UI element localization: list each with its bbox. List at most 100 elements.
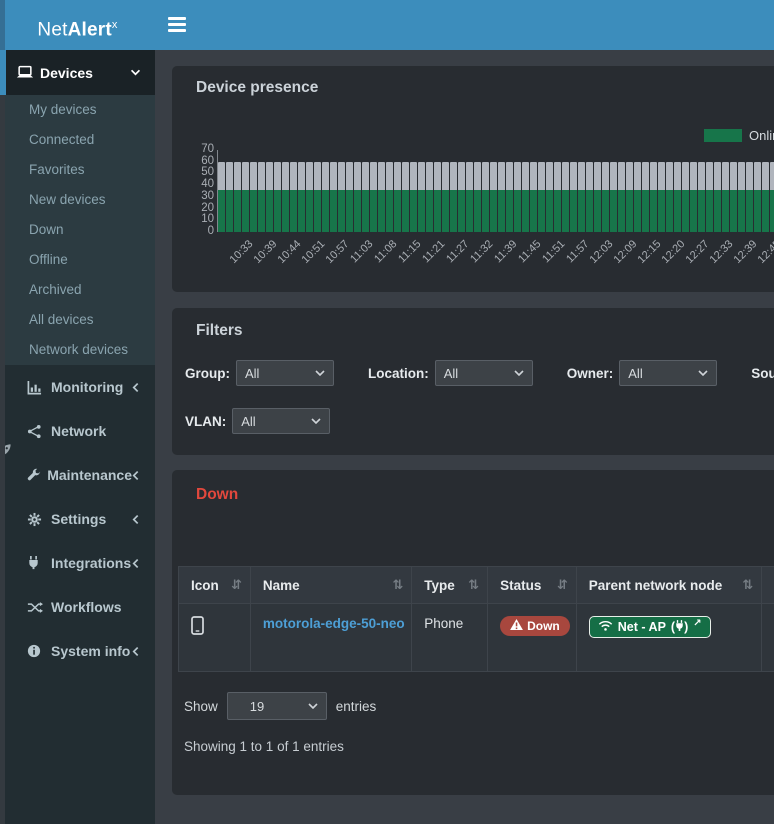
presence-bar[interactable]: [522, 162, 529, 232]
sidebar-item-devices[interactable]: Devices: [0, 50, 155, 95]
presence-bar[interactable]: [722, 162, 729, 232]
presence-bar[interactable]: [226, 162, 233, 232]
column-header-status[interactable]: Status⇵: [488, 567, 577, 604]
column-header-parent-network-node[interactable]: Parent network node⇅: [576, 567, 761, 604]
sort-amount-icon[interactable]: ⇵: [221, 577, 242, 593]
app-logo[interactable]: NetAlertx: [0, 0, 155, 50]
sort-amount-icon[interactable]: ⇵: [547, 577, 568, 593]
chart-plot-area[interactable]: [217, 150, 774, 232]
sidebar-item-monitoring[interactable]: Monitoring: [0, 365, 155, 409]
presence-bar[interactable]: [298, 162, 305, 232]
presence-bar[interactable]: [330, 162, 337, 232]
sort-arrows-icon[interactable]: ⇅: [458, 577, 479, 593]
table-row[interactable]: motorola-edge-50-neoPhoneDownNet - AP()↗…: [179, 604, 774, 672]
filter-select[interactable]: All: [236, 360, 334, 386]
scroll-strip-bottom[interactable]: [0, 95, 5, 824]
presence-bar[interactable]: [770, 162, 774, 232]
presence-bar[interactable]: [602, 162, 609, 232]
presence-bar[interactable]: [538, 162, 545, 232]
presence-bar[interactable]: [562, 162, 569, 232]
presence-bar[interactable]: [338, 162, 345, 232]
presence-bar[interactable]: [618, 162, 625, 232]
presence-bar[interactable]: [258, 162, 265, 232]
presence-bar[interactable]: [466, 162, 473, 232]
presence-bar[interactable]: [418, 162, 425, 232]
presence-bar[interactable]: [274, 162, 281, 232]
presence-bar[interactable]: [650, 162, 657, 232]
presence-bar[interactable]: [410, 162, 417, 232]
sidebar-item-network[interactable]: Network: [0, 409, 155, 453]
sidebar-item-workflows[interactable]: Workflows: [0, 585, 155, 629]
sidebar-item-settings[interactable]: Settings: [0, 497, 155, 541]
sort-arrows-icon[interactable]: ⇅: [382, 577, 403, 593]
presence-bar[interactable]: [322, 162, 329, 232]
sidebar-subitem-down[interactable]: Down: [0, 215, 155, 245]
presence-bar[interactable]: [530, 162, 537, 232]
column-header-type[interactable]: Type⇅: [412, 567, 488, 604]
parent-node-badge[interactable]: Net - AP()↗: [589, 616, 711, 638]
presence-bar[interactable]: [354, 162, 361, 232]
presence-bar[interactable]: [402, 162, 409, 232]
presence-bar[interactable]: [666, 162, 673, 232]
presence-bar[interactable]: [498, 162, 505, 232]
presence-bar[interactable]: [362, 162, 369, 232]
presence-bar[interactable]: [386, 162, 393, 232]
presence-bar[interactable]: [394, 162, 401, 232]
presence-bar[interactable]: [370, 162, 377, 232]
presence-bar[interactable]: [426, 162, 433, 232]
presence-bar[interactable]: [746, 162, 753, 232]
column-header-name[interactable]: Name⇅: [250, 567, 411, 604]
presence-bar[interactable]: [714, 162, 721, 232]
presence-bar[interactable]: [514, 162, 521, 232]
presence-bar[interactable]: [610, 162, 617, 232]
sidebar-subitem-archived[interactable]: Archived: [0, 275, 155, 305]
page-size-select[interactable]: 19: [227, 692, 327, 720]
presence-bar[interactable]: [266, 162, 273, 232]
column-header-icon[interactable]: Icon⇵: [179, 567, 251, 604]
presence-bar[interactable]: [442, 162, 449, 232]
column-header-s[interactable]: S: [762, 567, 774, 604]
presence-bar[interactable]: [730, 162, 737, 232]
sidebar-subitem-all-devices[interactable]: All devices: [0, 305, 155, 335]
presence-bar[interactable]: [546, 162, 553, 232]
presence-bar[interactable]: [306, 162, 313, 232]
presence-bar[interactable]: [482, 162, 489, 232]
filter-select[interactable]: All: [232, 408, 330, 434]
sidebar-subitem-network-devices[interactable]: Network devices: [0, 335, 155, 365]
presence-bar[interactable]: [282, 162, 289, 232]
sidebar-item-integrations[interactable]: Integrations: [0, 541, 155, 585]
presence-bar[interactable]: [218, 162, 225, 232]
device-name-link[interactable]: motorola-edge-50-neo: [263, 616, 405, 631]
sidebar-subitem-connected[interactable]: Connected: [0, 125, 155, 155]
presence-bar[interactable]: [290, 162, 297, 232]
presence-bar[interactable]: [762, 162, 769, 232]
presence-bar[interactable]: [642, 162, 649, 232]
presence-bar[interactable]: [594, 162, 601, 232]
filter-select[interactable]: All: [619, 360, 717, 386]
presence-bar[interactable]: [698, 162, 705, 232]
presence-bar[interactable]: [690, 162, 697, 232]
presence-bar[interactable]: [682, 162, 689, 232]
presence-bar[interactable]: [738, 162, 745, 232]
sidebar-subitem-my-devices[interactable]: My devices: [0, 95, 155, 125]
presence-bar[interactable]: [578, 162, 585, 232]
presence-bar[interactable]: [434, 162, 441, 232]
presence-bar[interactable]: [634, 162, 641, 232]
sidebar-item-system-info[interactable]: System info: [0, 629, 155, 673]
presence-bar[interactable]: [234, 162, 241, 232]
presence-bar[interactable]: [314, 162, 321, 232]
sidebar-subitem-favorites[interactable]: Favorites: [0, 155, 155, 185]
presence-bar[interactable]: [250, 162, 257, 232]
presence-bar[interactable]: [506, 162, 513, 232]
presence-bar[interactable]: [450, 162, 457, 232]
presence-bar[interactable]: [658, 162, 665, 232]
hamburger-menu-icon[interactable]: [168, 17, 186, 32]
presence-bar[interactable]: [346, 162, 353, 232]
presence-bar[interactable]: [674, 162, 681, 232]
presence-bar[interactable]: [570, 162, 577, 232]
sidebar-subitem-new-devices[interactable]: New devices: [0, 185, 155, 215]
presence-bar[interactable]: [458, 162, 465, 232]
sidebar-item-maintenance[interactable]: Maintenance: [0, 453, 155, 497]
presence-bar[interactable]: [242, 162, 249, 232]
sidebar-subitem-offline[interactable]: Offline: [0, 245, 155, 275]
